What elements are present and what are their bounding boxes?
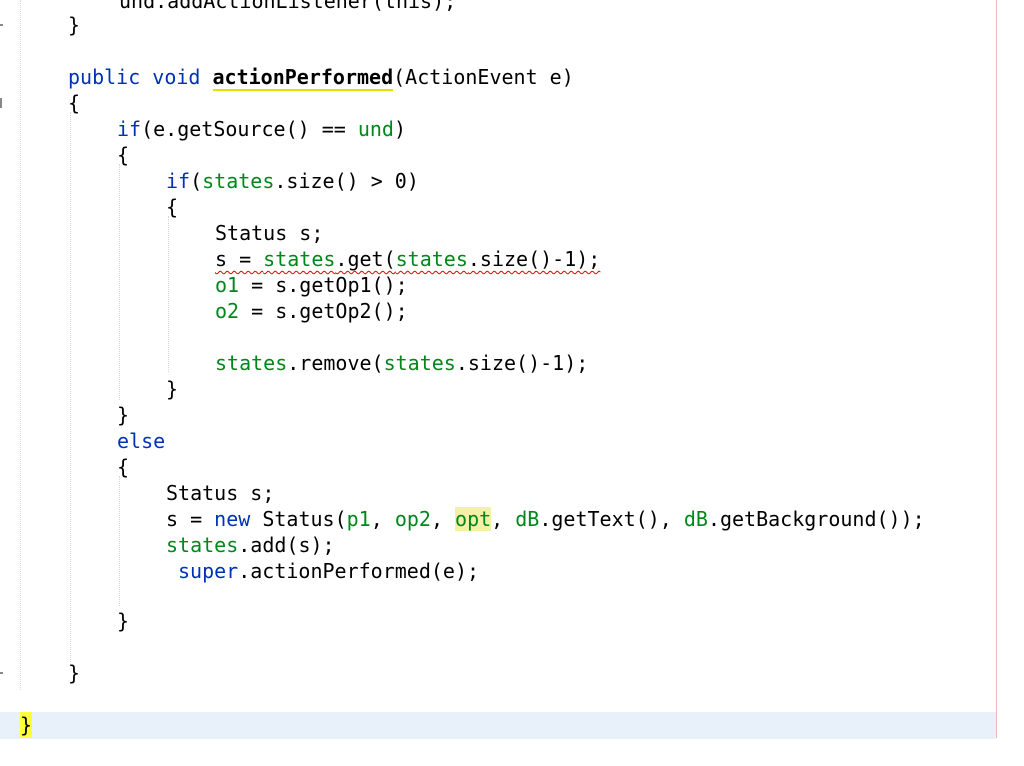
code-line[interactable]: super.actionPerformed(e); [0,558,1024,584]
code-line[interactable]: o2 = s.getOp2(); [0,298,1024,324]
closing-brace: } [166,377,179,401]
highlighted-field-ref: opt [455,507,492,531]
code-line[interactable]: } [0,608,1024,634]
code-line[interactable]: Status s; [0,220,1024,246]
code-line[interactable]: } [0,402,1024,428]
closing-brace: } [117,403,130,427]
code-text: (e.getSource() == [141,117,358,141]
code-line[interactable]: } [0,12,1024,38]
keyword: void [152,65,201,89]
assignment: s = new Status(p1, op2, opt, dB.getText(… [166,506,925,532]
assignment: o1 = s.getOp1(); [215,272,408,298]
field-ref: und [357,117,394,141]
keyword: new [214,507,251,531]
code-line[interactable]: } [0,660,1024,686]
code-editor[interactable]: und.addActionListener(this); } public vo… [0,0,1024,766]
code-text: (ActionEvent e) [393,65,574,89]
keyword: if [166,169,191,193]
code-text: Status s; [215,221,324,245]
code-line[interactable]: if(e.getSource() == und) [0,116,1024,142]
code-line[interactable]: else [0,428,1024,454]
code-line[interactable]: public void actionPerformed(ActionEvent … [0,64,1024,91]
code-line[interactable]: states.remove(states.size()-1); [0,350,1024,376]
code-text: Status( [250,507,347,531]
field-ref: op2 [394,507,431,531]
code-text: s = [215,247,264,271]
code-line[interactable]: { [0,90,1024,116]
field-ref: states [215,351,288,375]
code-line[interactable]: states.add(s); [0,532,1024,558]
matched-brace: } [20,712,33,738]
code-line[interactable]: Status s; [0,480,1024,506]
keyword: if [117,117,142,141]
method-call: states.remove(states.size()-1); [215,350,588,376]
field-ref: states [383,351,456,375]
opening-brace: { [68,91,81,115]
keyword: super [178,559,239,583]
code-text: , [370,507,395,531]
code-line[interactable]: { [0,142,1024,168]
code-text: .remove( [287,351,384,375]
code-line[interactable]: { [0,194,1024,220]
code-text: .add(s); [238,533,335,557]
opening-brace: { [117,455,130,479]
code-text: , [430,507,456,531]
closing-brace: } [68,661,81,685]
closing-brace: } [68,13,81,37]
code-line-current[interactable]: } [0,712,1024,738]
method-call: states.add(s); [166,532,335,558]
code-line[interactable]: if(states.size() > 0) [0,168,1024,194]
keyword: public [68,65,141,89]
field-ref: states [166,533,239,557]
code-text: ( [190,169,203,193]
field-ref: states [263,247,336,271]
code-text: Status s; [166,481,275,505]
assignment: o2 = s.getOp2(); [215,298,408,324]
code-text: = s.getOp2(); [239,299,408,323]
field-ref: o2 [215,299,240,323]
opening-brace: { [166,195,179,219]
code-text: .get( [335,247,396,271]
if-statement: if(e.getSource() == und) [117,116,406,142]
field-ref: dB [515,507,540,531]
code-text: .actionPerformed(e); [238,559,480,583]
code-text: .getText(), [539,507,684,531]
code-line[interactable]: { [0,454,1024,480]
code-text: = s.getOp1(); [239,273,408,297]
code-text: .getBackground()); [707,507,925,531]
field-ref: states [395,247,468,271]
field-ref: o1 [215,273,240,297]
field-ref: states [202,169,275,193]
code-text: .size()-1); [455,351,589,375]
code-text: ) [393,117,407,141]
if-statement: if(states.size() > 0) [166,168,419,194]
code-text: .size() > 0) [274,169,419,193]
code-text: .size()-1); [467,247,601,271]
method-call: super.actionPerformed(e); [178,558,479,584]
error-statement: s = states.get(states.size()-1); [215,246,600,272]
method-name: actionPerformed [212,65,394,91]
field-ref: dB [683,507,708,531]
code-text: , [491,507,516,531]
code-line[interactable]: } [0,376,1024,402]
keyword: else [117,429,166,453]
closing-brace: } [117,609,130,633]
code-line[interactable]: o1 = s.getOp1(); [0,272,1024,298]
code-text: s = [166,507,215,531]
opening-brace: { [117,143,130,167]
field-ref: p1 [346,507,371,531]
method-signature: public void actionPerformed(ActionEvent … [68,64,574,91]
code-line-error[interactable]: s = states.get(states.size()-1); [0,246,1024,272]
code-line[interactable]: s = new Status(p1, op2, opt, dB.getText(… [0,506,1024,532]
